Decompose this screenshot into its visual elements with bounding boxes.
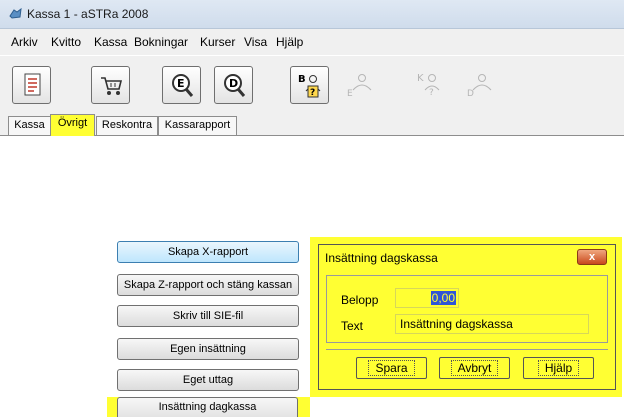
- close-button[interactable]: x: [577, 249, 607, 265]
- cancel-label: Avbryt: [450, 360, 499, 376]
- person-d-icon: D: [467, 74, 492, 98]
- search-e-icon: E: [172, 74, 194, 97]
- svg-text:E: E: [177, 77, 185, 90]
- deposit-dialog: Insättning dagskassa x Belopp 0,00 Text …: [318, 244, 616, 390]
- search-e-button[interactable]: E: [162, 66, 201, 104]
- menu-arkiv[interactable]: Arkiv: [11, 35, 38, 49]
- menu-hjalp[interactable]: Hjälp: [276, 35, 303, 49]
- menu-visa[interactable]: Visa: [244, 35, 267, 49]
- own-deposit-button[interactable]: Egen insättning: [117, 338, 299, 360]
- daily-deposit-highlight: Insättning dagkassa: [107, 397, 310, 417]
- save-label: Spara: [368, 360, 415, 376]
- title-bar: Kassa 1 - aSTRa 2008: [0, 0, 624, 29]
- receipt-button[interactable]: [12, 66, 51, 104]
- menu-kassa[interactable]: Kassa: [94, 35, 127, 49]
- search-d-icon: D: [224, 74, 246, 97]
- write-sie-file-button[interactable]: Skriv till SIE-fil: [117, 305, 299, 327]
- window-title: Kassa 1 - aSTRa 2008: [27, 7, 149, 21]
- app-icon: [9, 8, 22, 19]
- save-button[interactable]: Spara: [356, 357, 427, 379]
- svg-text:D: D: [467, 89, 474, 98]
- cart-icon: [101, 77, 123, 95]
- person-e-icon: E: [347, 74, 372, 98]
- amount-field[interactable]: 0,00: [395, 288, 459, 308]
- person-e-button[interactable]: E: [340, 66, 379, 104]
- menu-kvitto[interactable]: Kvitto: [51, 35, 81, 49]
- svg-text:?: ?: [310, 88, 315, 98]
- person-k-icon: K ?: [417, 73, 440, 98]
- cancel-button[interactable]: Avbryt: [439, 357, 510, 379]
- create-z-report-button[interactable]: Skapa Z-rapport och stäng kassan: [117, 274, 299, 296]
- text-label: Text: [341, 319, 364, 333]
- tab-strip: Kassa Övrigt Reskontra Kassarapport: [0, 114, 624, 136]
- daily-deposit-button[interactable]: Insättning dagkassa: [117, 397, 298, 417]
- menu-bar: Arkiv Kvitto Kassa Bokningar Kurser Visa…: [0, 29, 624, 55]
- svg-text:B: B: [298, 74, 306, 85]
- help-label: Hjälp: [537, 360, 580, 376]
- svg-text:E: E: [347, 89, 353, 98]
- person-b-e-button[interactable]: B ?: [290, 66, 329, 104]
- amount-value: 0,00: [430, 291, 456, 305]
- menu-bokningar[interactable]: Bokningar: [134, 35, 188, 49]
- svg-text:?: ?: [429, 88, 434, 98]
- receipt-icon: [24, 73, 41, 96]
- dialog-separator: [326, 349, 608, 350]
- help-button[interactable]: Hjälp: [523, 357, 594, 379]
- toolbar: E D B ? E K ? D: [0, 56, 624, 114]
- cart-button[interactable]: [91, 66, 130, 104]
- svg-text:D: D: [229, 77, 238, 90]
- menu-kurser[interactable]: Kurser: [200, 35, 235, 49]
- tab-reskontra[interactable]: Reskontra: [96, 116, 158, 135]
- svg-text:K: K: [417, 73, 424, 84]
- person-k-button[interactable]: K ?: [410, 66, 449, 104]
- own-withdrawal-button[interactable]: Eget uttag: [117, 369, 299, 391]
- amount-label: Belopp: [341, 293, 379, 307]
- text-field[interactable]: Insättning dagskassa: [395, 314, 589, 334]
- tab-ovrigt[interactable]: Övrigt: [50, 114, 95, 136]
- search-d-button[interactable]: D: [214, 66, 253, 104]
- tab-kassa[interactable]: Kassa: [8, 116, 51, 135]
- dialog-title: Insättning dagskassa: [325, 251, 438, 265]
- person-d-button[interactable]: D: [460, 66, 499, 104]
- tab-kassarapport[interactable]: Kassarapport: [158, 116, 237, 135]
- person-b-e-icon: B ?: [298, 74, 321, 98]
- create-x-report-button[interactable]: Skapa X-rapport: [117, 241, 299, 263]
